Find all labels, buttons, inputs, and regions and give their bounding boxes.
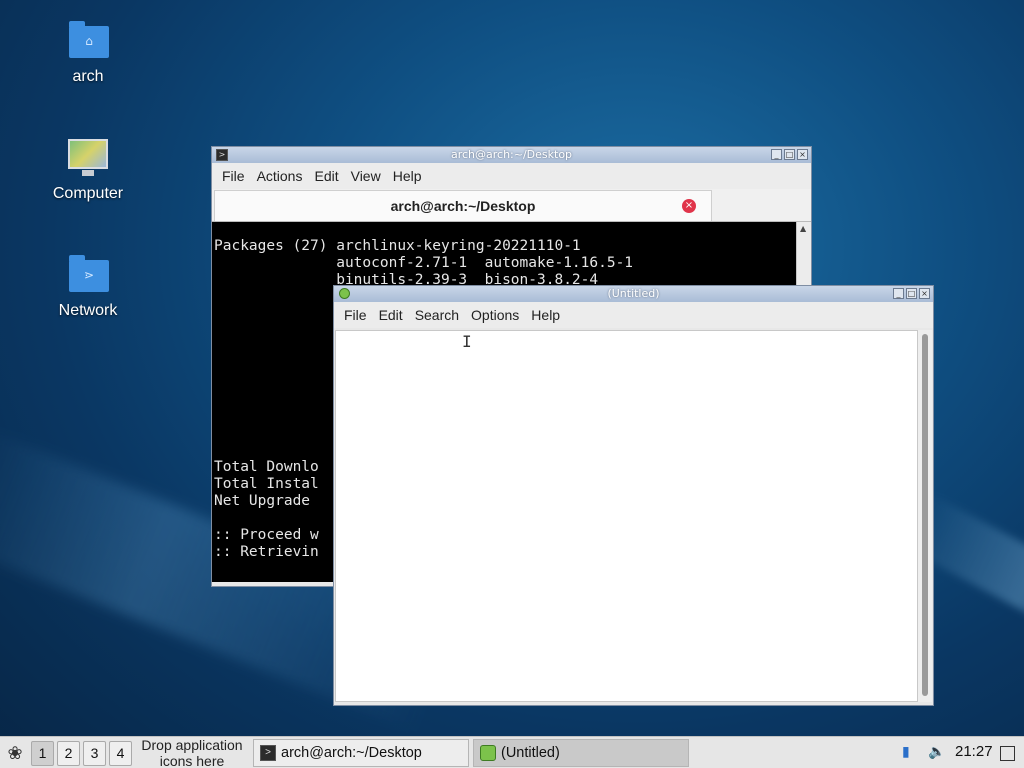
scroll-up-icon[interactable]: ▲ <box>800 224 806 233</box>
tab-label: arch@arch:~/Desktop <box>390 198 536 214</box>
maximize-button[interactable]: □ <box>784 149 795 160</box>
drop-hint-line: icons here <box>159 753 225 768</box>
scrollbar-thumb[interactable] <box>922 334 928 696</box>
task-label: arch@arch:~/Desktop <box>281 745 422 761</box>
minimize-button[interactable]: _ <box>771 149 782 160</box>
task-button-terminal[interactable]: > arch@arch:~/Desktop <box>253 739 469 767</box>
desktop-icon-network[interactable]: ⋗ Network <box>33 254 143 320</box>
text-cursor-icon: I <box>462 332 472 351</box>
menu-edit[interactable]: Edit <box>373 307 409 323</box>
menu-file[interactable]: File <box>338 307 373 323</box>
quicklaunch-drop-area[interactable]: Drop application icons here <box>137 737 247 768</box>
editor-menubar: File Edit Search Options Help <box>334 302 933 328</box>
desktop-icon-home[interactable]: ⌂ arch <box>33 20 143 86</box>
maximize-button[interactable]: □ <box>906 288 917 299</box>
terminal-tab[interactable]: arch@arch:~/Desktop × <box>214 190 712 221</box>
show-desktop-icon[interactable] <box>1000 746 1015 761</box>
task-button-editor[interactable]: (Untitled) <box>473 739 689 767</box>
menu-options[interactable]: Options <box>465 307 525 323</box>
desktop-icon-computer[interactable]: Computer <box>33 137 143 203</box>
taskbar: ❀ 1 2 3 4 Drop application icons here > … <box>0 736 1024 768</box>
workspace-3-button[interactable]: 3 <box>83 741 106 766</box>
workspace-4-button[interactable]: 4 <box>109 741 132 766</box>
terminal-icon: > <box>260 745 276 761</box>
menu-file[interactable]: File <box>216 168 251 184</box>
minimize-button[interactable]: _ <box>893 288 904 299</box>
volume-icon[interactable]: 🔈 <box>928 743 945 760</box>
computer-icon <box>67 137 109 179</box>
home-folder-icon: ⌂ <box>67 20 109 62</box>
window-title: (Untitled) <box>607 287 660 300</box>
clipboard-icon[interactable]: ▮ <box>902 743 910 760</box>
menu-help[interactable]: Help <box>525 307 566 323</box>
menu-actions[interactable]: Actions <box>251 168 309 184</box>
terminal-line: Packages (27) archlinux-keyring-20221110… <box>214 238 581 254</box>
terminal-line: autoconf-2.71-1 automake-1.16.5-1 <box>214 255 634 271</box>
network-folder-icon: ⋗ <box>67 254 109 296</box>
desktop-icon-label: arch <box>72 68 104 85</box>
task-label: (Untitled) <box>501 745 560 761</box>
editor-text-area[interactable] <box>335 330 918 702</box>
menu-view[interactable]: View <box>345 168 387 184</box>
editor-titlebar[interactable]: (Untitled) _ □ × <box>334 286 933 302</box>
workspace-1-button[interactable]: 1 <box>31 741 54 766</box>
menu-help[interactable]: Help <box>387 168 428 184</box>
drop-hint-line: Drop application <box>141 737 243 753</box>
clock[interactable]: 21:27 <box>955 743 993 760</box>
terminal-titlebar[interactable]: > arch@arch:~/Desktop _ □ × <box>212 147 811 163</box>
editor-scrollbar[interactable] <box>918 330 932 702</box>
menu-edit[interactable]: Edit <box>308 168 344 184</box>
terminal-menubar: File Actions Edit View Help <box>212 163 811 189</box>
start-menu-button[interactable]: ❀ <box>4 741 26 765</box>
tab-close-icon[interactable]: × <box>682 199 696 213</box>
menu-search[interactable]: Search <box>409 307 465 323</box>
desktop-icon-label: Computer <box>52 185 124 202</box>
close-button[interactable]: × <box>919 288 930 299</box>
text-editor-window[interactable]: (Untitled) _ □ × File Edit Search Option… <box>333 285 934 706</box>
workspace-2-button[interactable]: 2 <box>57 741 80 766</box>
desktop-icon-label: Network <box>58 302 118 319</box>
text-editor-icon <box>480 745 496 761</box>
terminal-tabbar: arch@arch:~/Desktop × <box>212 189 811 222</box>
window-title: arch@arch:~/Desktop <box>450 148 573 161</box>
close-button[interactable]: × <box>797 149 808 160</box>
